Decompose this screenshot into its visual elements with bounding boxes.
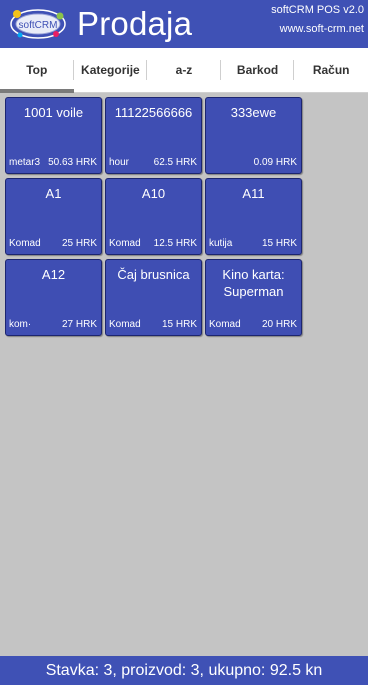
tab-label: a-z xyxy=(175,63,193,77)
product-name: A10 xyxy=(141,186,166,201)
product-unit: Komad xyxy=(109,319,141,330)
product-name: A1 xyxy=(45,186,62,201)
product-tile[interactable]: A11 kutija 15 HRK xyxy=(205,178,302,255)
tab-top[interactable]: Top xyxy=(0,48,74,93)
product-unit: metar3 xyxy=(9,157,41,168)
product-name: A12 xyxy=(41,267,66,282)
product-name: Kino karta: Superman xyxy=(222,267,285,299)
product-tile[interactable]: Kino karta: Superman Komad 20 HRK xyxy=(205,259,302,336)
tab-label: Račun xyxy=(312,63,350,77)
tab-barkod[interactable]: Barkod xyxy=(221,48,295,92)
softcrm-logo: softCRM xyxy=(10,9,66,39)
product-price: 27 HRK xyxy=(61,319,97,330)
tab-label: Barkod xyxy=(236,63,279,77)
tab-bar: Top Kategorije a-z Barkod Račun xyxy=(0,48,368,93)
svg-text:softCRM: softCRM xyxy=(19,20,58,31)
product-price: 50.63 HRK xyxy=(48,157,97,168)
product-tile[interactable]: 11122566666 hour 62.5 HRK xyxy=(105,97,202,174)
app-version: softCRM POS v2.0 xyxy=(271,4,364,16)
product-unit: Komad xyxy=(109,238,141,249)
tab-kategorije[interactable]: Kategorije xyxy=(74,48,148,92)
product-tile[interactable]: 1001 voile metar3 50.63 HRK xyxy=(5,97,102,174)
app-header: softCRM Prodaja softCRM POS v2.0 www.sof… xyxy=(0,0,368,48)
page-title: Prodaja xyxy=(77,5,193,42)
tab-a-z[interactable]: a-z xyxy=(147,48,221,92)
product-tile[interactable]: 333ewe 0.09 HRK xyxy=(205,97,302,174)
product-price: 62.5 HRK xyxy=(153,157,197,168)
tab-racun[interactable]: Račun xyxy=(294,48,368,92)
product-unit: kutija xyxy=(209,238,233,249)
website-link[interactable]: www.soft-crm.net xyxy=(280,22,364,36)
product-name: 11122566666 xyxy=(114,105,193,120)
product-name: A11 xyxy=(242,186,265,201)
product-unit: Komad xyxy=(209,319,241,330)
product-tile[interactable]: A12 kom· 27 HRK xyxy=(5,259,102,336)
product-price: 20 HRK xyxy=(261,319,297,330)
product-tile[interactable]: Čaj brusnica Komad 15 HRK xyxy=(105,259,202,336)
product-price: 15 HRK xyxy=(261,238,297,249)
product-price: 0.09 HRK xyxy=(253,157,297,168)
product-price: 12.5 HRK xyxy=(153,238,197,249)
product-tile[interactable]: A1 Komad 25 HRK xyxy=(5,178,102,255)
product-name: Čaj brusnica xyxy=(117,267,190,282)
product-tile[interactable]: A10 Komad 12.5 HRK xyxy=(105,178,202,255)
cart-summary-bar[interactable]: Stavka: 3, proizvod: 3, ukupno: 92.5 kn xyxy=(0,656,368,685)
tab-label: Kategorije xyxy=(81,63,140,77)
product-unit: kom· xyxy=(9,319,32,330)
product-name: 333ewe xyxy=(230,105,277,120)
product-name: 1001 voile xyxy=(23,105,84,120)
product-unit: Komad xyxy=(9,238,41,249)
product-price: 25 HRK xyxy=(61,238,97,249)
product-price: 15 HRK xyxy=(161,319,197,330)
tab-label: Top xyxy=(26,63,48,77)
product-unit: hour xyxy=(109,157,130,168)
cart-summary-text: Stavka: 3, proizvod: 3, ukupno: 92.5 kn xyxy=(45,662,323,679)
